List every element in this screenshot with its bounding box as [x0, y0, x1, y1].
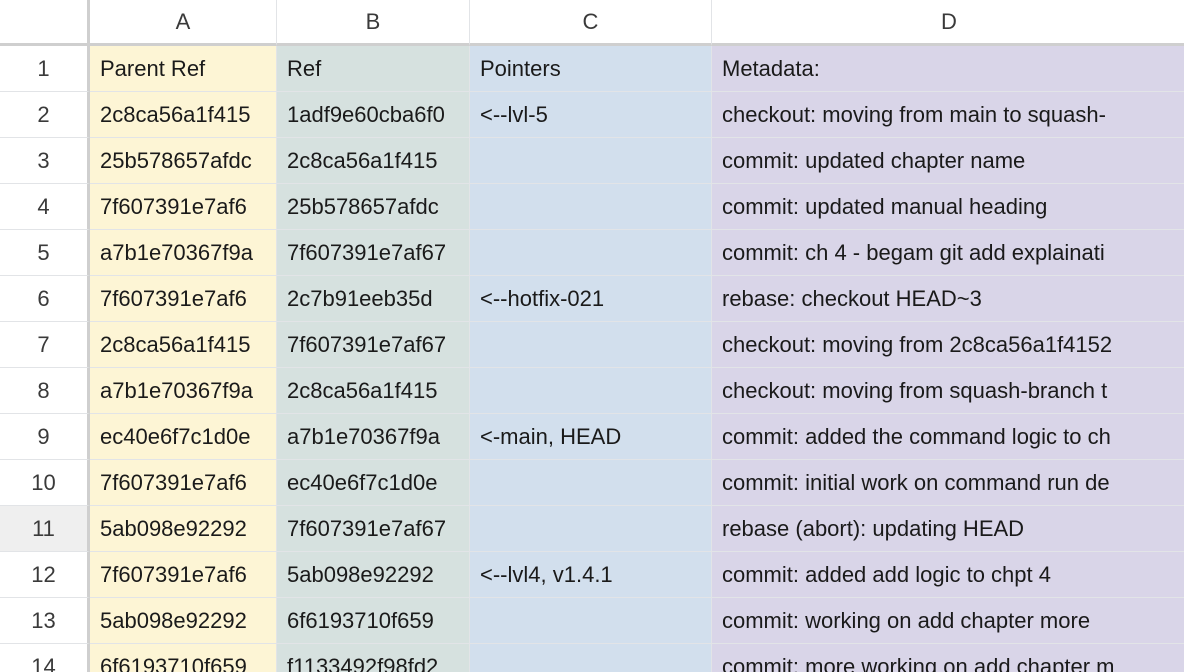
- cell-d2[interactable]: checkout: moving from main to squash-: [712, 92, 1184, 138]
- cell-d8[interactable]: checkout: moving from squash-branch t: [712, 368, 1184, 414]
- cell-a6[interactable]: 7f607391e7af6: [90, 276, 277, 322]
- row-header-11[interactable]: 11: [0, 506, 90, 552]
- cell-c2[interactable]: <--lvl-5: [470, 92, 712, 138]
- cell-c5[interactable]: [470, 230, 712, 276]
- row-header-7[interactable]: 7: [0, 322, 90, 368]
- select-all-corner[interactable]: [0, 0, 90, 46]
- cell-c8[interactable]: [470, 368, 712, 414]
- cell-b12[interactable]: 5ab098e92292: [277, 552, 470, 598]
- row-header-6[interactable]: 6: [0, 276, 90, 322]
- cell-b10[interactable]: ec40e6f7c1d0e: [277, 460, 470, 506]
- cell-a8[interactable]: a7b1e70367f9a: [90, 368, 277, 414]
- spreadsheet-grid[interactable]: A B C D 1 Parent Ref Ref Pointers Metada…: [0, 0, 1184, 672]
- cell-a9[interactable]: ec40e6f7c1d0e: [90, 414, 277, 460]
- cell-d4[interactable]: commit: updated manual heading: [712, 184, 1184, 230]
- cell-a2[interactable]: 2c8ca56a1f415: [90, 92, 277, 138]
- cell-a14[interactable]: 6f6193710f659: [90, 644, 277, 672]
- cell-a4[interactable]: 7f607391e7af6: [90, 184, 277, 230]
- cell-d13[interactable]: commit: working on add chapter more: [712, 598, 1184, 644]
- cell-d5[interactable]: commit: ch 4 - begam git add explainati: [712, 230, 1184, 276]
- cell-a11[interactable]: 5ab098e92292: [90, 506, 277, 552]
- cell-d14[interactable]: commit: more working on add chapter m: [712, 644, 1184, 672]
- row-header-14[interactable]: 14: [0, 644, 90, 672]
- cell-c4[interactable]: [470, 184, 712, 230]
- cell-b9[interactable]: a7b1e70367f9a: [277, 414, 470, 460]
- cell-a3[interactable]: 25b578657afdc: [90, 138, 277, 184]
- row-header-8[interactable]: 8: [0, 368, 90, 414]
- cell-a1[interactable]: Parent Ref: [90, 46, 277, 92]
- cell-d7[interactable]: checkout: moving from 2c8ca56a1f4152: [712, 322, 1184, 368]
- row-header-10[interactable]: 10: [0, 460, 90, 506]
- cell-b2[interactable]: 1adf9e60cba6f0: [277, 92, 470, 138]
- cell-b8[interactable]: 2c8ca56a1f415: [277, 368, 470, 414]
- cell-b3[interactable]: 2c8ca56a1f415: [277, 138, 470, 184]
- cell-b6[interactable]: 2c7b91eeb35d: [277, 276, 470, 322]
- cell-a10[interactable]: 7f607391e7af6: [90, 460, 277, 506]
- row-header-2[interactable]: 2: [0, 92, 90, 138]
- col-header-b[interactable]: B: [277, 0, 470, 46]
- cell-c10[interactable]: [470, 460, 712, 506]
- cell-d6[interactable]: rebase: checkout HEAD~3: [712, 276, 1184, 322]
- cell-b13[interactable]: 6f6193710f659: [277, 598, 470, 644]
- cell-c1[interactable]: Pointers: [470, 46, 712, 92]
- cell-c13[interactable]: [470, 598, 712, 644]
- cell-c12[interactable]: <--lvl4, v1.4.1: [470, 552, 712, 598]
- row-header-12[interactable]: 12: [0, 552, 90, 598]
- cell-b11[interactable]: 7f607391e7af67: [277, 506, 470, 552]
- col-header-a[interactable]: A: [90, 0, 277, 46]
- row-header-13[interactable]: 13: [0, 598, 90, 644]
- row-header-4[interactable]: 4: [0, 184, 90, 230]
- cell-a7[interactable]: 2c8ca56a1f415: [90, 322, 277, 368]
- row-header-9[interactable]: 9: [0, 414, 90, 460]
- cell-c3[interactable]: [470, 138, 712, 184]
- cell-b7[interactable]: 7f607391e7af67: [277, 322, 470, 368]
- cell-d12[interactable]: commit: added add logic to chpt 4: [712, 552, 1184, 598]
- cell-c14[interactable]: [470, 644, 712, 672]
- cell-d9[interactable]: commit: added the command logic to ch: [712, 414, 1184, 460]
- cell-b4[interactable]: 25b578657afdc: [277, 184, 470, 230]
- cell-c7[interactable]: [470, 322, 712, 368]
- cell-b14[interactable]: f1133492f98fd2: [277, 644, 470, 672]
- cell-a13[interactable]: 5ab098e92292: [90, 598, 277, 644]
- cell-c9[interactable]: <-main, HEAD: [470, 414, 712, 460]
- cell-a5[interactable]: a7b1e70367f9a: [90, 230, 277, 276]
- cell-c6[interactable]: <--hotfix-021: [470, 276, 712, 322]
- cell-a12[interactable]: 7f607391e7af6: [90, 552, 277, 598]
- cell-d11[interactable]: rebase (abort): updating HEAD: [712, 506, 1184, 552]
- row-header-3[interactable]: 3: [0, 138, 90, 184]
- cell-b1[interactable]: Ref: [277, 46, 470, 92]
- cell-d10[interactable]: commit: initial work on command run de: [712, 460, 1184, 506]
- row-header-1[interactable]: 1: [0, 46, 90, 92]
- cell-d3[interactable]: commit: updated chapter name: [712, 138, 1184, 184]
- col-header-d[interactable]: D: [712, 0, 1184, 46]
- cell-b5[interactable]: 7f607391e7af67: [277, 230, 470, 276]
- col-header-c[interactable]: C: [470, 0, 712, 46]
- cell-c11[interactable]: [470, 506, 712, 552]
- row-header-5[interactable]: 5: [0, 230, 90, 276]
- cell-d1[interactable]: Metadata:: [712, 46, 1184, 92]
